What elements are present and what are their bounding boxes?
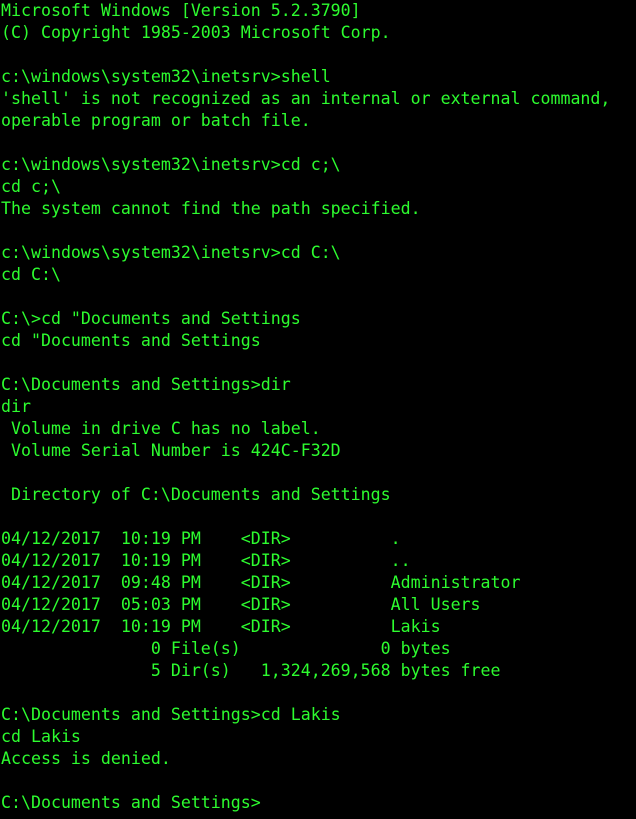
- terminal-line: c:\windows\system32\inetsrv>cd C:\: [1, 243, 341, 262]
- terminal-line: 0 File(s) 0 bytes: [1, 639, 451, 658]
- terminal-line: Directory of C:\Documents and Settings: [1, 485, 391, 504]
- terminal-line: C:\Documents and Settings>cd Lakis: [1, 705, 341, 724]
- terminal-line: 04/12/2017 09:48 PM <DIR> Administrator: [1, 573, 521, 592]
- terminal-line: 04/12/2017 10:19 PM <DIR> .: [1, 529, 401, 548]
- terminal-line: C:\Documents and Settings>: [1, 793, 261, 812]
- terminal-line: operable program or batch file.: [1, 111, 311, 130]
- terminal-line: cd "Documents and Settings: [1, 331, 261, 350]
- terminal-line: cd c;\: [1, 177, 61, 196]
- terminal-line: C:\>cd "Documents and Settings: [1, 309, 301, 328]
- terminal-line: cd Lakis: [1, 727, 81, 746]
- terminal-line: 'shell' is not recognized as an internal…: [1, 89, 611, 108]
- terminal-line: Volume in drive C has no label.: [1, 419, 321, 438]
- terminal-window[interactable]: Microsoft Windows [Version 5.2.3790] (C) …: [0, 0, 636, 819]
- terminal-line: 5 Dir(s) 1,324,269,568 bytes free: [1, 661, 501, 680]
- terminal-line: c:\windows\system32\inetsrv>cd c;\: [1, 155, 341, 174]
- terminal-line: (C) Copyright 1985-2003 Microsoft Corp.: [1, 23, 391, 42]
- terminal-output: Microsoft Windows [Version 5.2.3790] (C) …: [1, 0, 610, 814]
- terminal-line: cd C:\: [1, 265, 61, 284]
- terminal-line: The system cannot find the path specifie…: [1, 199, 421, 218]
- terminal-line: 04/12/2017 10:19 PM <DIR> ..: [1, 551, 411, 570]
- terminal-line: dir: [1, 397, 31, 416]
- terminal-line: Microsoft Windows [Version 5.2.3790]: [1, 1, 361, 20]
- terminal-line: Access is denied.: [1, 749, 171, 768]
- terminal-line: Volume Serial Number is 424C-F32D: [1, 441, 341, 460]
- terminal-line: C:\Documents and Settings>dir: [1, 375, 291, 394]
- terminal-line: 04/12/2017 05:03 PM <DIR> All Users: [1, 595, 481, 614]
- terminal-line: c:\windows\system32\inetsrv>shell: [1, 67, 331, 86]
- terminal-line: 04/12/2017 10:19 PM <DIR> Lakis: [1, 617, 441, 636]
